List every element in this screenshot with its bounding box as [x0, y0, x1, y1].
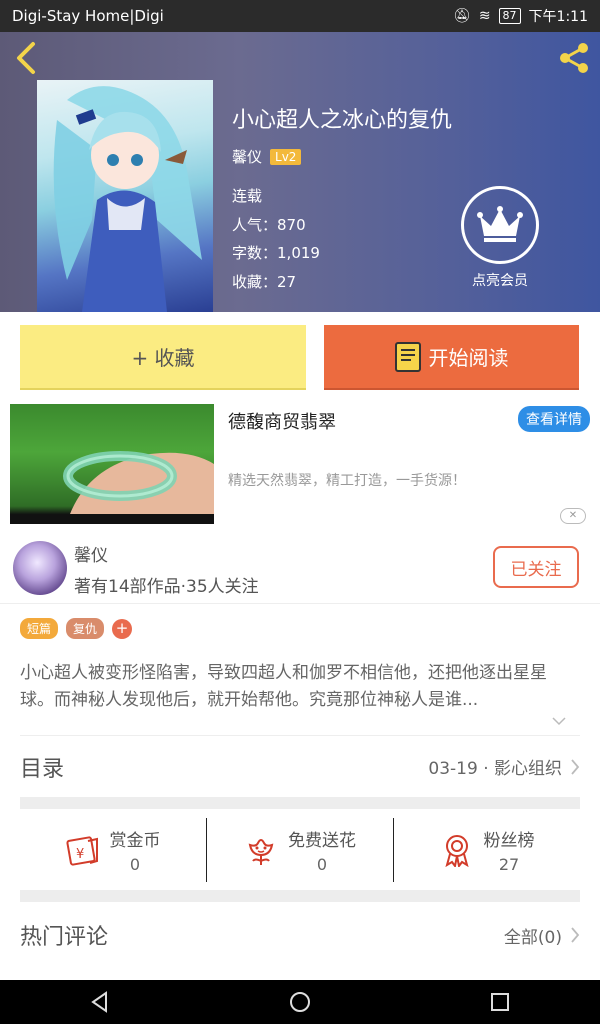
flower-icon — [248, 839, 274, 865]
stat-label: 免费送花 — [288, 831, 356, 851]
author-name[interactable]: 馨仪 — [232, 146, 262, 167]
level-badge: Lv2 — [270, 148, 302, 165]
ad-description: 精选天然翡翠，精工打造，一手货源！ — [228, 473, 466, 489]
collect-button[interactable]: + 收藏 — [20, 325, 306, 390]
chevron-right-icon — [571, 927, 580, 943]
author-line: 馨仪 Lv2 — [232, 146, 302, 167]
start-reading-button[interactable]: 开始阅读 — [324, 325, 579, 390]
add-tag-button[interactable]: + — [112, 618, 133, 639]
mute-icon: 🔕︎ — [453, 8, 471, 24]
nav-recents-icon[interactable] — [488, 990, 512, 1014]
follow-button[interactable]: 已关注 — [493, 546, 579, 588]
toc-latest-label: 03-19 · 影心组织 — [428, 759, 562, 779]
medal-icon — [444, 835, 469, 867]
tag-revenge[interactable]: 复仇 — [66, 618, 105, 639]
reward-coin-stat[interactable]: ¥ 赏金币 0 — [20, 818, 207, 882]
toc-latest: 03-19 · 影心组织 — [428, 754, 580, 779]
cover-illustration — [53, 86, 202, 312]
system-nav-bar — [0, 980, 600, 1024]
hot-comments-row[interactable]: 热门评论 全部(0) — [20, 904, 580, 966]
book-cover[interactable] — [37, 80, 213, 312]
tag-short[interactable]: 短篇 — [20, 618, 59, 639]
book-header: 小心超人之冰心的复仇 馨仪 Lv2 连载 人气：870 字数：1,019 收藏：… — [0, 32, 600, 312]
nav-home-icon[interactable] — [288, 990, 312, 1014]
vip-label: 点亮会员 — [472, 273, 528, 289]
author-card-info: 著有14部作品·35人关注 — [74, 577, 259, 597]
stat-label: 赏金币 — [109, 831, 161, 851]
table-of-contents-row[interactable]: 目录 03-19 · 影心组织 — [20, 735, 580, 797]
stats-row: ¥ 赏金币 0 免费送花 0 粉丝榜 27 — [20, 818, 580, 882]
book-icon — [394, 341, 421, 372]
book-description: 小心超人被变形怪陷害，导致四超人和伽罗不相信他，还把他逐出星星球。而神秘人发现他… — [20, 663, 547, 710]
book-title: 小心超人之冰心的复仇 — [232, 108, 453, 133]
free-flower-stat[interactable]: 免费送花 0 — [207, 818, 394, 882]
chevron-down-icon[interactable] — [552, 715, 566, 727]
status-bar: Digi-Stay Home|Digi 🔕︎ ≋ 87 下午1:11 — [0, 0, 600, 32]
stat-value: 0 — [129, 855, 141, 874]
divider — [20, 797, 580, 809]
tag-list: 短篇 复仇 + — [20, 618, 133, 639]
comments-all[interactable]: 全部(0) — [504, 923, 580, 948]
reward-coin-icon: ¥ — [65, 836, 98, 866]
wifi-icon: ≋ — [478, 8, 491, 24]
share-button[interactable] — [556, 40, 592, 76]
share-icon — [560, 43, 588, 73]
status-icons: 🔕︎ ≋ 87 下午1:11 — [453, 6, 588, 26]
author-card-name: 馨仪 — [74, 546, 108, 566]
ad-banner[interactable]: 德馥商贸翡翠 查看详情 精选天然翡翠，精工打造，一手货源！ ✕ — [10, 404, 590, 524]
start-reading-label: 开始阅读 — [428, 346, 509, 370]
crown-icon — [461, 186, 539, 264]
svg-text:¥: ¥ — [76, 847, 84, 862]
chevron-right-icon — [571, 758, 580, 775]
vip-button[interactable]: 点亮会员 — [458, 186, 542, 290]
favorites-stat: 收藏：27 — [232, 272, 297, 291]
book-meta: 连载 人气：870 字数：1,019 收藏：27 — [232, 182, 320, 296]
stat-value: 0 — [316, 855, 328, 874]
comments-all-label: 全部(0) — [503, 927, 562, 948]
author-card[interactable]: 馨仪 著有14部作品·35人关注 已关注 — [0, 538, 600, 604]
stat-value: 27 — [498, 855, 520, 874]
ad-image[interactable] — [10, 404, 214, 524]
popularity-stat: 人气：870 — [232, 215, 306, 234]
ad-detail-button[interactable]: 查看详情 — [518, 406, 590, 432]
battery-icon: 87 — [498, 8, 521, 24]
serial-status: 连载 — [232, 187, 263, 205]
clock: 下午1:11 — [528, 9, 588, 25]
comments-title: 热门评论 — [20, 925, 109, 950]
ad-title: 德馥商贸翡翠 — [228, 412, 336, 433]
carrier-label: Digi-Stay Home|Digi — [12, 7, 164, 25]
avatar[interactable] — [13, 541, 67, 595]
toc-title: 目录 — [20, 756, 65, 782]
main-panel: + 收藏 开始阅读 德馥商贸翡翠 查看详情 精选天然翡翠，精工打造，一手货源！ … — [0, 312, 600, 980]
nav-back-icon[interactable] — [88, 990, 112, 1014]
chevron-left-icon — [17, 42, 35, 74]
stat-label: 粉丝榜 — [483, 831, 535, 851]
fans-rank-stat[interactable]: 粉丝榜 27 — [394, 818, 580, 882]
ad-close-icon[interactable]: ✕ — [560, 508, 586, 524]
divider — [20, 890, 580, 902]
back-button[interactable] — [12, 40, 42, 76]
word-count-stat: 字数：1,019 — [232, 244, 320, 262]
